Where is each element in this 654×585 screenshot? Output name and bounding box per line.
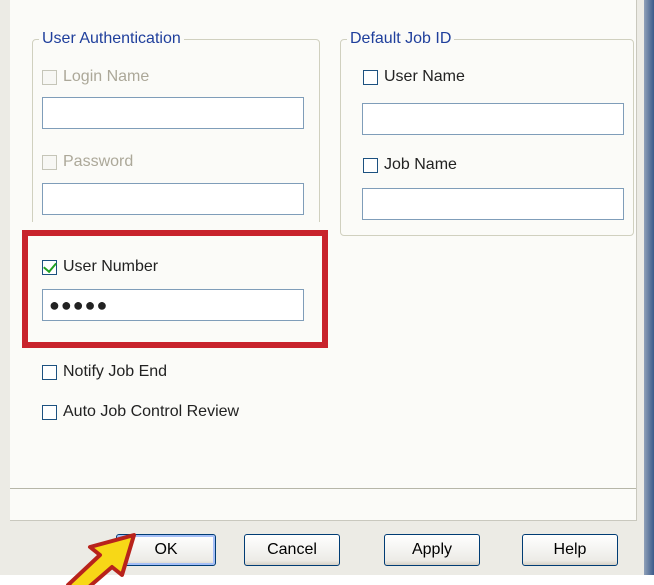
dialog-window: User Authentication Login Name Password … <box>0 0 646 585</box>
checkbox-box[interactable] <box>363 157 378 173</box>
job-name-label: Job Name <box>384 156 457 173</box>
job-name-field[interactable] <box>362 188 624 220</box>
notify-job-end-checkbox[interactable]: Notify Job End <box>42 363 167 381</box>
user-authentication-legend: User Authentication <box>42 30 181 47</box>
highlight-box <box>22 230 328 348</box>
login-name-field[interactable] <box>42 97 304 129</box>
checkbox-box[interactable] <box>42 364 57 380</box>
help-button[interactable]: Help <box>522 534 618 566</box>
notify-job-end-label: Notify Job End <box>63 363 168 380</box>
cancel-button[interactable]: Cancel <box>244 534 340 566</box>
user-name-label: User Name <box>384 68 465 85</box>
login-name-checkbox[interactable]: Login Name <box>42 68 149 86</box>
job-name-checkbox[interactable]: Job Name <box>363 156 457 174</box>
password-label: Password <box>63 153 134 170</box>
checkbox-box[interactable] <box>42 154 57 170</box>
user-name-field[interactable] <box>362 103 624 135</box>
auto-job-control-review-checkbox[interactable]: Auto Job Control Review <box>42 403 239 421</box>
password-checkbox[interactable]: Password <box>42 153 133 171</box>
password-field[interactable] <box>42 183 304 215</box>
user-name-checkbox[interactable]: User Name <box>363 68 465 86</box>
login-name-label: Login Name <box>63 68 150 85</box>
checkbox-box[interactable] <box>42 69 57 85</box>
auto-job-control-review-label: Auto Job Control Review <box>63 403 240 420</box>
bottom-divider <box>10 488 636 489</box>
checkbox-box[interactable] <box>363 69 378 85</box>
apply-button[interactable]: Apply <box>384 534 480 566</box>
default-job-id-legend: Default Job ID <box>350 30 452 47</box>
window-edge <box>644 0 654 575</box>
checkbox-box[interactable] <box>42 404 57 420</box>
